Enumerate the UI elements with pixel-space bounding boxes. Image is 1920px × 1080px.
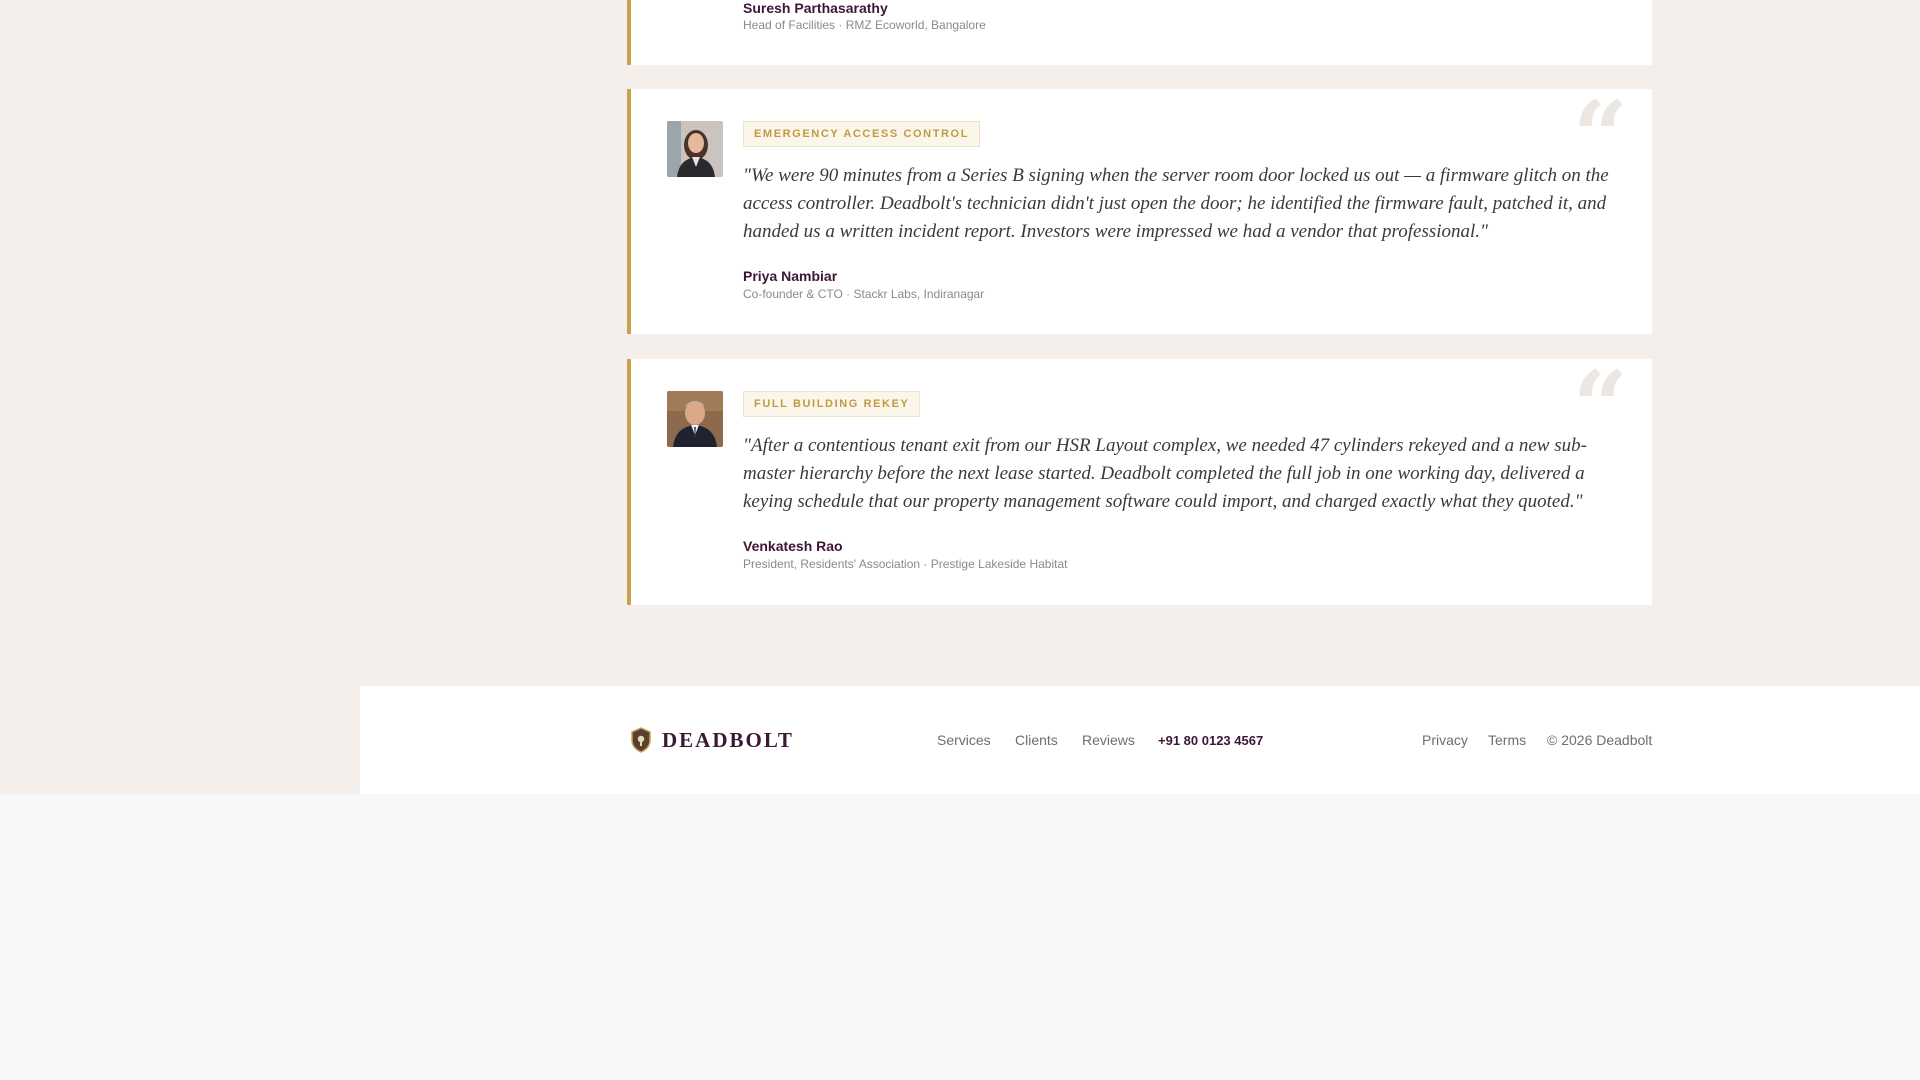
site-footer: DEADBOLT Services Clients Reviews +91 80… (360, 686, 1920, 794)
testimonial-card: Suresh Parthasarathy Head of Facilities … (627, 0, 1652, 65)
testimonial-author-role: Co-founder & CTO · Stackr Labs, Indirana… (743, 287, 985, 301)
service-tag: FULL BUILDING REKEY (743, 391, 921, 417)
footer-logo[interactable]: DEADBOLT (630, 726, 794, 754)
shield-logo-icon (631, 727, 651, 753)
testimonial-quote: "After a contentious tenant exit from ou… (743, 435, 1587, 512)
testimonial-author-role: President, Residents' Association · Pres… (743, 557, 1068, 571)
footer-link-privacy[interactable]: Privacy (1422, 732, 1468, 748)
testimonial-card: “ FULL BUILDING REKEY "After a contentio… (627, 359, 1652, 605)
service-tag: EMERGENCY ACCESS CONTROL (743, 121, 981, 147)
footer-link-reviews[interactable]: Reviews (1082, 732, 1135, 748)
avatar (667, 391, 723, 447)
testimonial-author-name: Venkatesh Rao (743, 538, 843, 554)
footer-link-services[interactable]: Services (937, 732, 991, 748)
avatar (667, 121, 723, 177)
footer-phone-link[interactable]: +91 80 0123 4567 (1158, 733, 1263, 748)
testimonial-quote: "We were 90 minutes from a Series B sign… (743, 165, 1609, 242)
testimonial-author-role: Head of Facilities · RMZ Ecoworld, Banga… (743, 18, 986, 32)
testimonial-author-name: Suresh Parthasarathy (743, 0, 888, 16)
testimonial-card: “ EMERGENCY ACCESS CONTROL "We were 90 m… (627, 89, 1652, 334)
copyright-text: © 2026 Deadbolt (1547, 732, 1653, 748)
brand-name: DEADBOLT (662, 727, 794, 752)
testimonial-author-name: Priya Nambiar (743, 268, 838, 284)
footer-link-clients[interactable]: Clients (1015, 732, 1058, 748)
footer-link-terms[interactable]: Terms (1488, 732, 1526, 748)
